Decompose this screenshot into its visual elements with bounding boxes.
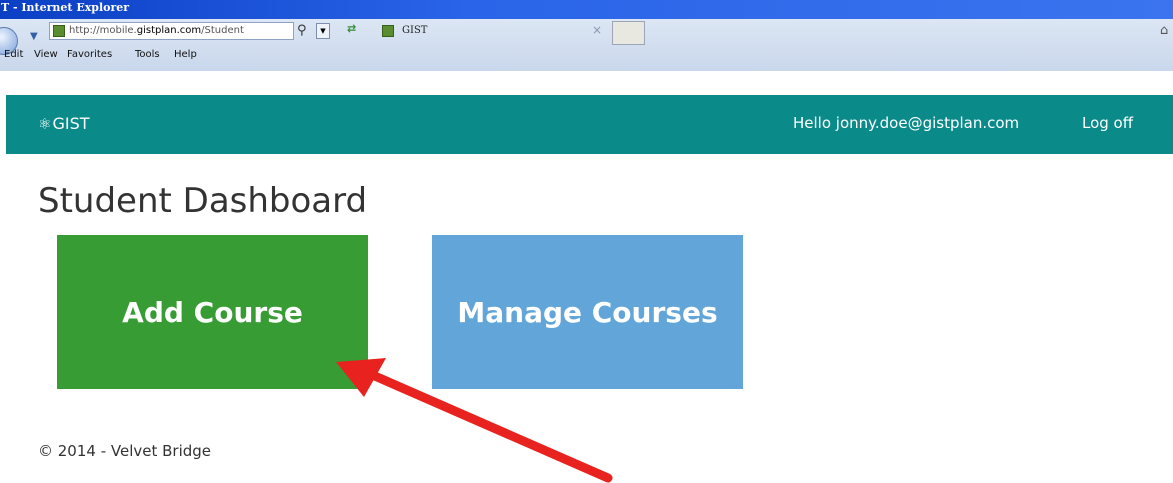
arrow-shaft xyxy=(363,368,613,483)
annotation-arrow-icon xyxy=(336,358,613,483)
